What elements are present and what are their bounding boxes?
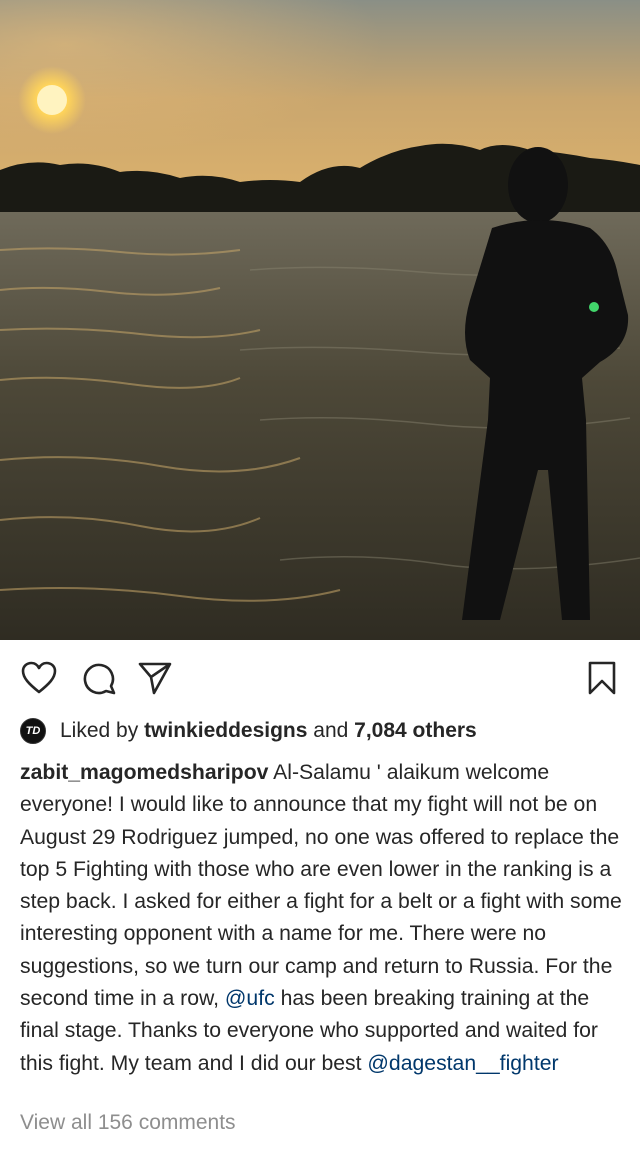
mention-dagestan-fighter[interactable]: @dagestan__fighter bbox=[367, 1052, 558, 1075]
comment-button[interactable] bbox=[79, 658, 119, 698]
caption-text-1: Al-Salamu ' alaikum welcome everyone! I … bbox=[20, 761, 622, 1011]
bookmark-icon bbox=[588, 661, 616, 695]
likes-prefix: Liked by bbox=[60, 719, 145, 742]
post-photo[interactable] bbox=[0, 0, 640, 640]
likes-count[interactable]: 7,084 others bbox=[354, 719, 477, 743]
save-button[interactable] bbox=[582, 658, 622, 698]
send-icon bbox=[138, 662, 172, 695]
liker-username[interactable]: twinkieddesigns bbox=[144, 719, 307, 743]
share-button[interactable] bbox=[135, 658, 175, 698]
like-button[interactable] bbox=[19, 658, 59, 698]
likes-summary[interactable]: TD Liked by twinkieddesigns and 7,084 ot… bbox=[20, 716, 630, 746]
mention-ufc[interactable]: @ufc bbox=[225, 987, 275, 1010]
likes-middle: and bbox=[307, 719, 355, 742]
comment-icon bbox=[83, 663, 116, 695]
liker-avatar: TD bbox=[20, 718, 46, 744]
caption-username[interactable]: zabit_magomedsharipov bbox=[20, 761, 268, 784]
post-action-bar bbox=[0, 640, 640, 716]
heart-icon bbox=[21, 661, 57, 694]
sunset-lake-image bbox=[0, 0, 640, 640]
view-all-comments-link[interactable]: View all 156 comments bbox=[20, 1111, 236, 1135]
post-caption: zabit_magomedsharipov Al-Salamu ' alaiku… bbox=[20, 757, 628, 1080]
